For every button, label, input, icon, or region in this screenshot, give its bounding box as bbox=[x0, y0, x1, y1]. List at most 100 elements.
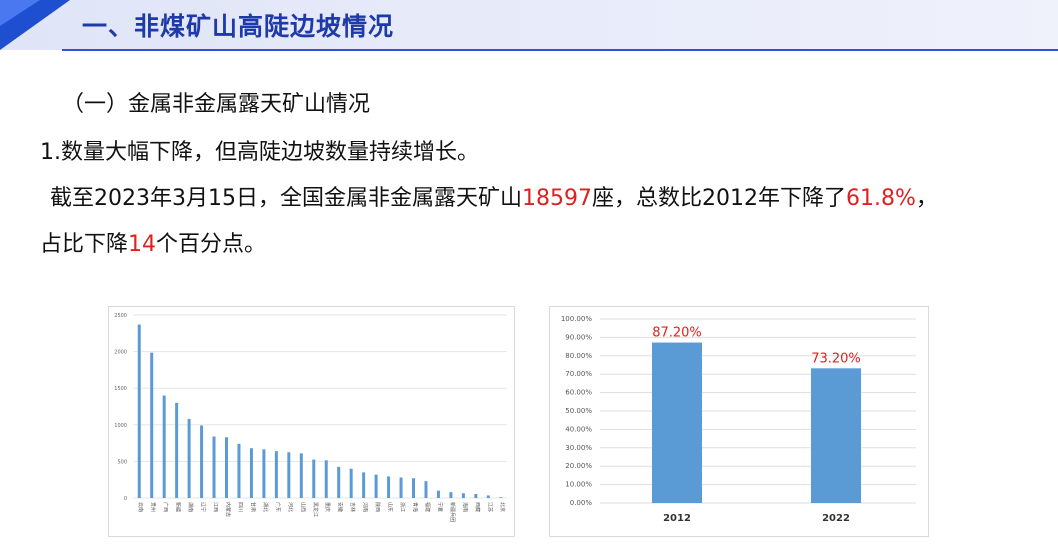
x-tick-label: 2012 bbox=[663, 513, 691, 524]
bar bbox=[324, 460, 328, 498]
bar bbox=[225, 437, 228, 498]
bar bbox=[461, 493, 465, 498]
bar bbox=[436, 490, 440, 498]
body-line-1: 截至2023年3月15日，全国金属非金属露天矿山18597座，总数比2012年下… bbox=[50, 180, 938, 212]
x-tick-label: 广西 bbox=[162, 502, 169, 512]
x-tick-label: 新疆兵团 bbox=[449, 502, 456, 522]
bar bbox=[162, 395, 166, 498]
province-bar-chart: 0 500 1000 1500 2000 2500 云南 贵州 广西 新疆 湖南 辽宁 江西 内蒙古 四川甘… bbox=[108, 306, 515, 537]
y-tick-label: 1000 bbox=[114, 423, 127, 429]
x-tick-label: 江苏 bbox=[486, 502, 493, 512]
bar bbox=[150, 352, 154, 498]
x-tick-label: 青海 bbox=[412, 502, 419, 512]
bar bbox=[287, 452, 291, 498]
x-tick-label: 黑龙江 bbox=[312, 502, 319, 517]
mine-count: 18597 bbox=[521, 186, 592, 211]
bar bbox=[362, 472, 366, 498]
x-tick-label: 云南 bbox=[137, 502, 144, 512]
body-text: 占比下降 bbox=[40, 232, 129, 257]
x-tick-label: 湖南 bbox=[187, 502, 194, 512]
x-tick-label: 北京 bbox=[499, 502, 506, 512]
y-tick-label: 10.00% bbox=[565, 481, 592, 489]
bar bbox=[274, 451, 278, 498]
x-tick-label: 宁夏 bbox=[436, 502, 443, 512]
x-tick-label: 山西 bbox=[299, 502, 306, 512]
y-tick-label: 0.00% bbox=[570, 499, 593, 507]
x-tick-label: 浙江 bbox=[399, 502, 406, 512]
bar bbox=[299, 453, 303, 498]
header-accent-shape-light bbox=[0, 0, 40, 26]
y-tick-label: 80.00% bbox=[565, 352, 592, 360]
x-tick-label: 辽宁 bbox=[200, 502, 207, 512]
x-tick-label: 贵州 bbox=[150, 502, 157, 512]
province-bar-chart-svg: 0 500 1000 1500 2000 2500 云南 贵州 广西 新疆 湖南 辽宁 江西 内蒙古 四川甘… bbox=[114, 313, 507, 522]
x-tick-label: 山东 bbox=[387, 502, 394, 512]
x-tick-label: 安徽 bbox=[337, 502, 344, 512]
bar bbox=[374, 474, 378, 498]
x-tick-label: 西藏 bbox=[474, 502, 481, 512]
y-tick-label: 100.00% bbox=[561, 315, 592, 323]
share-decline-points: 14 bbox=[128, 232, 157, 257]
decline-percent: 61.8% bbox=[845, 186, 916, 211]
bar bbox=[249, 448, 253, 498]
bar bbox=[137, 324, 141, 498]
y-tick-label: 60.00% bbox=[565, 389, 592, 397]
x-tick-label: 广东 bbox=[274, 502, 281, 512]
x-tick-label: 吉林 bbox=[349, 502, 356, 512]
bar bbox=[399, 477, 403, 498]
x-tick-label: 内蒙古 bbox=[225, 502, 232, 517]
point-heading: 1.数量大幅下降，但高陡边坡数量持续增长。 bbox=[40, 140, 479, 165]
x-tick-label: 四川 bbox=[237, 502, 243, 512]
bar bbox=[499, 497, 503, 498]
x-tick-label: 海南 bbox=[461, 502, 468, 512]
bar bbox=[486, 495, 490, 498]
x-tick-label: 甘肃 bbox=[249, 502, 256, 512]
y-tick-label: 90.00% bbox=[565, 333, 592, 341]
x-tick-label: 河北 bbox=[287, 502, 294, 512]
bar bbox=[424, 481, 428, 498]
bar bbox=[652, 342, 702, 503]
bar bbox=[811, 368, 861, 503]
bar bbox=[337, 466, 341, 498]
x-tick-label: 新疆 bbox=[175, 502, 182, 512]
body-text: 个百分点。 bbox=[156, 232, 267, 257]
x-tick-label: 陕西 bbox=[374, 502, 381, 512]
body-text: 座，总数比2012年下降了 bbox=[591, 186, 846, 211]
x-tick-label: 福建 bbox=[424, 502, 431, 512]
data-label: 73.20% bbox=[811, 351, 861, 366]
bar bbox=[387, 476, 391, 498]
y-tick-label: 40.00% bbox=[565, 425, 592, 433]
bar bbox=[449, 492, 453, 498]
x-tick-label: 湖北 bbox=[262, 502, 269, 512]
y-tick-label: 50.00% bbox=[565, 407, 592, 415]
subheading: （一）金属非金属露天矿山情况 bbox=[62, 92, 371, 117]
bar bbox=[200, 425, 204, 498]
bar bbox=[262, 449, 266, 498]
share-bar-chart: 0.00% 10.00% 20.00% 30.00% 40.00% 50.00% 60.00… bbox=[549, 306, 929, 537]
y-tick-label: 2000 bbox=[114, 350, 127, 356]
bar bbox=[212, 436, 216, 498]
x-tick-label: 2022 bbox=[822, 513, 850, 524]
bar bbox=[412, 478, 415, 498]
bar bbox=[349, 468, 353, 498]
bar bbox=[175, 402, 179, 498]
x-tick-label: 重庆 bbox=[324, 502, 331, 512]
x-tick-label: 河南 bbox=[362, 502, 369, 512]
x-tick-label: 江西 bbox=[212, 502, 219, 512]
header-divider bbox=[62, 49, 1058, 51]
page-title: 一、非煤矿山高陡边坡情况 bbox=[82, 12, 395, 41]
y-tick-label: 0 bbox=[124, 496, 127, 502]
y-tick-label: 1500 bbox=[114, 386, 127, 392]
body-text: 截至2023年3月15日，全国金属非金属露天矿山 bbox=[50, 186, 522, 211]
bar bbox=[237, 443, 241, 498]
bar bbox=[312, 459, 316, 498]
y-tick-label: 2500 bbox=[114, 313, 127, 319]
data-label: 87.20% bbox=[652, 326, 702, 341]
y-tick-label: 30.00% bbox=[565, 444, 592, 452]
body-text: ， bbox=[915, 186, 938, 211]
y-tick-label: 70.00% bbox=[565, 370, 592, 378]
bar bbox=[474, 493, 478, 498]
y-tick-label: 500 bbox=[117, 459, 127, 465]
share-bar-chart-svg: 0.00% 10.00% 20.00% 30.00% 40.00% 50.00% 60.00… bbox=[561, 315, 916, 524]
y-tick-label: 20.00% bbox=[565, 462, 592, 470]
